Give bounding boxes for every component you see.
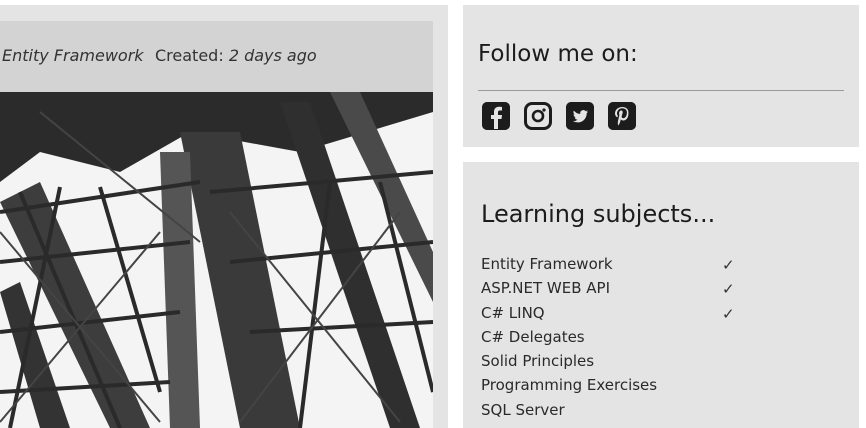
check-icon: ✓: [722, 280, 735, 299]
follow-card: [463, 5, 859, 147]
subject-list: Entity Framework ✓ ASP.NET WEB API ✓ C# LI…: [481, 255, 741, 425]
check-icon: ✓: [722, 256, 735, 274]
check-icon: ✓: [722, 304, 735, 323]
bridge-photo: [0, 92, 433, 428]
post-image[interactable]: [0, 92, 433, 428]
subject-label: C# Delegates: [481, 327, 585, 346]
subject-label: Programming Exercises: [481, 376, 658, 395]
pinterest-icon[interactable]: [608, 102, 636, 130]
subject-item[interactable]: Programming Exercises: [481, 376, 741, 400]
divider: [478, 90, 844, 91]
twitter-icon[interactable]: [566, 102, 594, 130]
subject-item[interactable]: Entity Framework ✓: [481, 255, 741, 279]
subject-label: SQL Server: [481, 400, 565, 419]
post-category-link[interactable]: Entity Framework: [2, 46, 144, 65]
follow-title: Follow me on:: [478, 41, 638, 67]
subject-label: Entity Framework: [481, 255, 613, 273]
created-label: Created:: [155, 46, 224, 65]
subject-label: C# LINQ: [481, 303, 545, 322]
subjects-title: Learning subjects...: [481, 200, 716, 228]
subject-item[interactable]: SQL Server: [481, 401, 741, 425]
instagram-icon[interactable]: [524, 102, 552, 130]
facebook-icon[interactable]: [482, 102, 510, 130]
subject-item[interactable]: C# LINQ ✓: [481, 304, 741, 328]
created-value: 2 days ago: [228, 46, 317, 65]
post-created-info: Created: 2 days ago: [155, 46, 317, 65]
subject-item[interactable]: ASP.NET WEB API ✓: [481, 279, 741, 303]
subject-item[interactable]: C# Delegates: [481, 328, 741, 352]
subject-item[interactable]: Solid Principles: [481, 352, 741, 376]
subject-label: ASP.NET WEB API: [481, 279, 610, 298]
subject-label: Solid Principles: [481, 352, 595, 371]
